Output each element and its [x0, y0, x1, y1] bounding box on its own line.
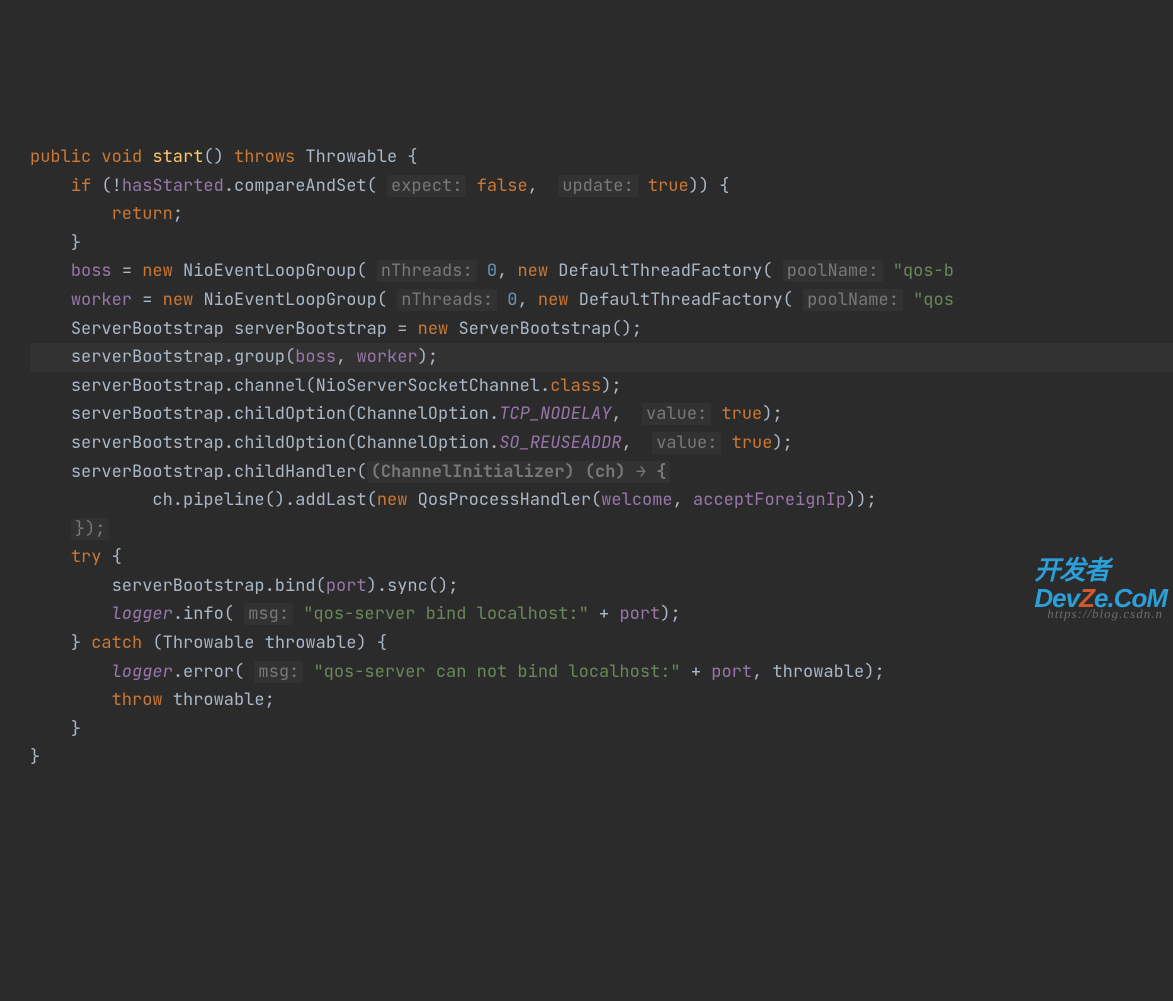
code-line: public void start() throws Throwable {: [30, 146, 418, 168]
code-line: ServerBootstrap serverBootstrap = new Se…: [30, 318, 642, 340]
code-line: serverBootstrap.bind(port).sync();: [30, 575, 458, 597]
code-line: serverBootstrap.childOption(ChannelOptio…: [30, 432, 793, 454]
code-line: ch.pipeline().addLast(new QosProcessHand…: [30, 489, 877, 511]
code-line: boss = new NioEventLoopGroup( nThreads: …: [30, 260, 954, 282]
code-line-highlighted: serverBootstrap.group(boss, worker);: [30, 343, 1173, 372]
code-line: throw throwable;: [30, 689, 275, 711]
code-line: logger.info( msg: "qos-server bind local…: [30, 603, 681, 625]
code-line: }: [30, 746, 40, 768]
code-line: }: [30, 232, 81, 254]
code-line: });: [30, 518, 109, 540]
code-line: serverBootstrap.channel(NioServerSocketC…: [30, 375, 622, 397]
code-line: serverBootstrap.childHandler((ChannelIni…: [30, 461, 670, 483]
code-editor[interactable]: public void start() throws Throwable { i…: [0, 114, 1173, 772]
code-line: worker = new NioEventLoopGroup( nThreads…: [30, 289, 954, 311]
code-line: logger.error( msg: "qos-server can not b…: [30, 661, 885, 683]
watermark-text: https://blog.csdn.n: [1047, 600, 1163, 629]
code-line: if (!hasStarted.compareAndSet( expect: f…: [30, 175, 729, 197]
code-line: }: [30, 718, 81, 740]
code-line: } catch (Throwable throwable) {: [30, 632, 387, 654]
code-line: serverBootstrap.childOption(ChannelOptio…: [30, 403, 783, 425]
code-line: try {: [30, 546, 122, 568]
code-line: return;: [30, 203, 183, 225]
